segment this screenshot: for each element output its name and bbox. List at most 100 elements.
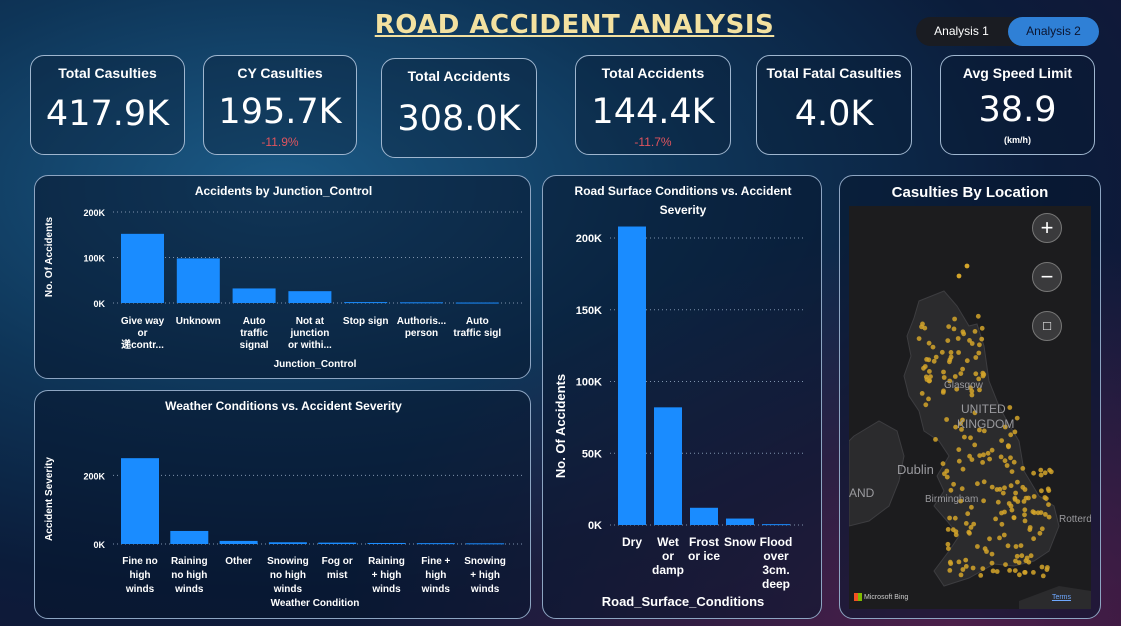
bar — [367, 542, 406, 544]
casualty-dot — [1004, 463, 1010, 468]
casualty-dot — [964, 263, 970, 269]
select-tool-button[interactable]: □ — [1032, 311, 1062, 341]
chart-title: Road Surface Conditions vs. Accident — [575, 184, 792, 198]
casualty-dot — [998, 454, 1004, 460]
x-tick-label: signal — [240, 340, 269, 351]
casualty-dot — [944, 474, 950, 480]
bar — [654, 407, 682, 525]
casualty-dot — [1044, 567, 1050, 572]
tab-analysis-2[interactable]: Analysis 2 — [1008, 17, 1099, 46]
casualty-dot — [1014, 415, 1020, 421]
casualty-dot — [923, 402, 929, 408]
x-tick-label: Auto — [466, 316, 489, 327]
casualty-dot — [958, 371, 964, 376]
casualty-dot — [980, 373, 986, 379]
casualty-dot — [979, 325, 985, 331]
bar — [176, 258, 220, 303]
map-view[interactable]: UNITED KINGDOM Dublin Birmingham Glasgow… — [849, 206, 1091, 609]
map-label-dublin: Dublin — [897, 462, 934, 477]
casualty-dot — [1008, 455, 1013, 461]
casualty-dot — [939, 349, 945, 355]
casualty-dot — [1027, 527, 1033, 532]
x-tick-label: Raining — [171, 556, 208, 567]
casualty-dot — [1022, 570, 1028, 575]
tab-analysis-1[interactable]: Analysis 1 — [916, 17, 1007, 46]
casualty-dot — [1039, 564, 1045, 570]
casualty-dot — [1026, 495, 1031, 501]
x-tick-label: deep — [762, 577, 790, 591]
bar — [121, 233, 164, 303]
y-tick-label: 150K — [576, 305, 602, 317]
map-label-and: AND — [849, 486, 875, 500]
x-tick-label: Snow — [724, 535, 757, 549]
casualty-dot — [1011, 515, 1017, 520]
casualty-dot — [953, 532, 959, 538]
y-tick-label: 200K — [83, 208, 105, 218]
casualty-dot — [973, 371, 979, 377]
zoom-out-button[interactable]: − — [1032, 262, 1062, 292]
casualty-dot — [1042, 470, 1048, 476]
x-tick-label: 递contr... — [121, 338, 164, 351]
casualty-dot — [947, 515, 952, 521]
casualty-dot — [980, 460, 985, 465]
casualty-dot — [1019, 553, 1025, 559]
casualty-dot — [933, 354, 939, 360]
casualty-dot — [956, 350, 961, 355]
casualty-dot — [1022, 487, 1028, 492]
chart-title: Severity — [660, 203, 707, 217]
casualty-dot — [944, 417, 949, 422]
casualty-dot — [961, 331, 967, 337]
map-label-kingdom: KINGDOM — [957, 417, 1014, 431]
bing-attribution: Microsoft Bing — [854, 593, 908, 601]
casualty-dot — [969, 341, 975, 346]
casualty-dot — [952, 515, 958, 521]
casualty-dot — [966, 529, 972, 535]
casualty-dot — [994, 569, 1000, 574]
bar — [170, 530, 209, 544]
casualty-dot — [931, 358, 937, 364]
kpi-label: Total Casulties — [58, 65, 157, 81]
casualty-dot — [995, 499, 1001, 505]
map-label-birmingham: Birmingham — [925, 494, 978, 505]
junction-chart-panel: Accidents by Junction_Control 0K 100K 200K N… — [34, 175, 531, 379]
casualty-dot — [926, 340, 932, 346]
casualty-dot — [969, 392, 975, 398]
casualty-dot — [1031, 510, 1037, 516]
casualty-dot — [981, 498, 986, 504]
x-tick-label: Authoris... — [397, 316, 447, 327]
casualty-dot — [1031, 470, 1036, 476]
casualty-dot — [982, 546, 988, 552]
casualty-dot — [1031, 536, 1036, 542]
x-tick-label: traffic sigl — [453, 328, 501, 339]
casualty-dot — [956, 273, 962, 279]
x-tick-label: winds — [470, 584, 500, 595]
casualty-dot — [1028, 553, 1034, 559]
casualty-dot — [946, 546, 951, 551]
casualty-dot — [1013, 544, 1019, 549]
casualty-dot — [950, 527, 956, 533]
casualty-dot — [1017, 572, 1022, 578]
casualty-dot — [951, 326, 957, 332]
casualty-dot — [926, 396, 931, 402]
bar — [121, 458, 159, 544]
casualty-dot — [1038, 467, 1044, 473]
casualty-dot — [946, 324, 952, 329]
x-tick-label: or withi... — [288, 340, 332, 351]
x-tick-label: mist — [327, 570, 348, 581]
x-tick-label: junction — [289, 328, 329, 339]
casualty-dot — [969, 504, 974, 510]
casualty-dot — [999, 438, 1004, 443]
chart-title: Weather Conditions vs. Accident Severity — [165, 399, 402, 413]
x-tick-label: winds — [421, 584, 451, 595]
casualty-dot — [1018, 543, 1024, 548]
x-tick-label: high — [425, 570, 446, 581]
attribution-text: Microsoft Bing — [863, 593, 909, 601]
casualty-dot — [1013, 490, 1018, 496]
casualty-dot — [977, 342, 982, 348]
zoom-in-button[interactable]: + — [1032, 213, 1062, 243]
x-tick-label: no high — [171, 570, 207, 581]
casualty-dot — [927, 369, 932, 374]
terms-link[interactable]: Terms — [1052, 594, 1071, 601]
kpi-label: CY Casulties — [237, 65, 323, 81]
casualty-dot — [1007, 405, 1013, 410]
